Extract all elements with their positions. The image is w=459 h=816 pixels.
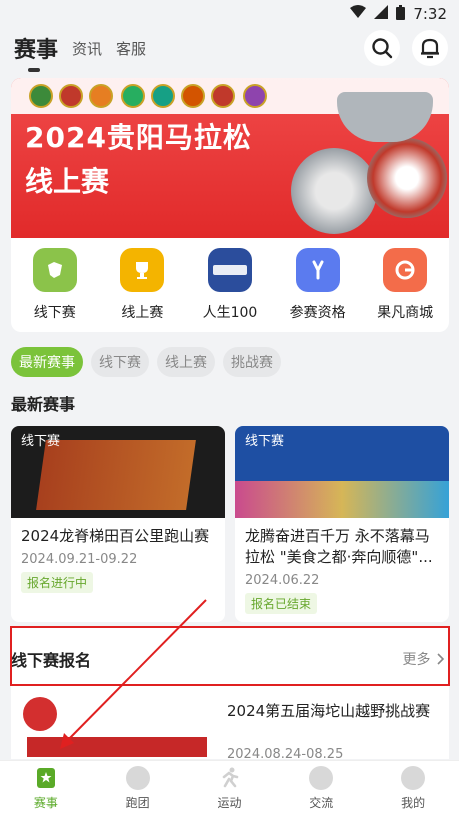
quick-link-label: 果凡商城: [377, 305, 434, 321]
nav-running-group[interactable]: 跑团: [103, 766, 173, 811]
notification-button[interactable]: [412, 30, 448, 66]
nav-profile[interactable]: 我的: [378, 766, 448, 811]
event-card[interactable]: 线下赛 龙腾奋进百千万 永不落幕马拉松 "美食之都·奔向顺德"... 2024.…: [235, 426, 449, 622]
status-bar: 7:32: [0, 0, 459, 28]
quick-link-label: 参赛资格: [289, 305, 346, 321]
search-button[interactable]: [364, 30, 400, 66]
sponsor-logo: [211, 84, 235, 108]
status-time: 7:32: [413, 5, 447, 23]
quick-link-offline[interactable]: 线下赛: [15, 248, 95, 322]
search-icon: [372, 38, 393, 59]
tab-service[interactable]: 客服: [116, 38, 146, 59]
running-group-icon: [125, 766, 150, 790]
nav-label: 我的: [401, 796, 426, 810]
event-title: 2024龙脊梯田百公里跑山赛: [21, 527, 210, 545]
runner-icon: [223, 767, 239, 788]
event-poster: 线下赛: [235, 426, 449, 518]
filter-challenge[interactable]: 挑战赛: [223, 347, 281, 377]
nav-label: 运动: [217, 796, 242, 810]
event-logo: [23, 697, 57, 731]
event-title: 龙腾奋进百千万 永不落幕马拉松 "美食之都·奔向顺德"...: [245, 527, 433, 566]
profile-icon: [401, 766, 426, 790]
section-title-latest: 最新赛事: [11, 395, 76, 414]
sponsor-logo: [29, 84, 53, 108]
tab-events[interactable]: 赛事: [14, 32, 58, 72]
event-poster: 线下赛: [11, 426, 225, 518]
nav-community[interactable]: 交流: [286, 766, 356, 811]
quick-links: 线下赛 线上赛 人生100 参赛资格 果凡商城: [11, 238, 449, 332]
status-badge: 报名进行中: [21, 572, 94, 593]
quick-link-label: 线上赛: [121, 305, 164, 321]
bottom-navigation: 赛事 跑团 运动 交流 我的: [0, 760, 459, 816]
battery-icon: [396, 4, 406, 24]
poster-art: [235, 481, 449, 518]
event-date: 2024.06.22: [245, 573, 320, 588]
event-thumbnail: [19, 691, 209, 759]
nav-events[interactable]: 赛事: [11, 766, 81, 811]
sponsor-logo: [89, 84, 113, 108]
medal-crown-image: [337, 92, 433, 142]
bell-icon: [421, 38, 439, 59]
status-badge: 报名已结束: [245, 593, 318, 614]
medal-image: [291, 148, 377, 234]
filter-online[interactable]: 线上赛: [157, 347, 215, 377]
wifi-icon: [350, 5, 367, 23]
shop-icon: [383, 248, 428, 292]
quick-link-online[interactable]: 线上赛: [102, 248, 182, 322]
quick-link-qualification[interactable]: 参赛资格: [278, 248, 358, 322]
medal-image: [367, 138, 447, 218]
trophy-icon: [120, 248, 165, 292]
event-card[interactable]: 线下赛 2024龙脊梯田百公里跑山赛 2024.09.21-09.22 报名进行…: [11, 426, 225, 622]
banner-title: 2024贵阳马拉松: [25, 121, 252, 154]
sponsor-logo: [121, 84, 145, 108]
offline-event-date: 2024.08.24-08.25: [227, 747, 344, 759]
quick-link-label: 线下赛: [33, 305, 76, 321]
chat-icon: [309, 766, 334, 790]
hero-banner[interactable]: 2024贵阳马拉松 线上赛: [11, 78, 449, 238]
offline-event-title: 2024第五届海坨山越野挑战赛: [227, 702, 431, 720]
marathon-icon: [32, 248, 77, 292]
sponsor-logo: [151, 84, 175, 108]
qualification-icon: [295, 248, 340, 292]
filter-latest[interactable]: 最新赛事: [11, 347, 83, 377]
sponsor-logo: [181, 84, 205, 108]
banner-subtitle: 线上赛: [25, 165, 110, 198]
top-header: 赛事 资讯 客服: [0, 28, 459, 72]
nav-label: 赛事: [33, 796, 58, 810]
tab-news[interactable]: 资讯: [72, 38, 102, 59]
sponsor-logo: [243, 84, 267, 108]
annotation-highlight-box: [10, 626, 450, 686]
sponsor-logo: [59, 84, 83, 108]
poster-art: [27, 737, 207, 757]
event-tag: 线下赛: [245, 434, 285, 449]
quick-link-shop[interactable]: 果凡商城: [365, 248, 445, 322]
event-date: 2024.09.21-09.22: [21, 552, 138, 567]
beyond-icon: [207, 248, 252, 292]
quick-link-life100[interactable]: 人生100: [190, 248, 270, 322]
event-tag: 线下赛: [21, 434, 61, 449]
offline-event-item[interactable]: 2024第五届海坨山越野挑战赛 2024.08.24-08.25: [11, 687, 449, 759]
nav-label: 跑团: [125, 796, 150, 810]
signal-icon: [374, 5, 389, 23]
filter-chips: 最新赛事 线下赛 线上赛 挑战赛: [11, 347, 281, 377]
nav-sport[interactable]: 运动: [194, 766, 264, 811]
filter-offline[interactable]: 线下赛: [91, 347, 149, 377]
nav-label: 交流: [309, 796, 334, 810]
events-icon: [36, 768, 55, 788]
quick-link-label: 人生100: [202, 305, 258, 321]
poster-art: [36, 440, 196, 510]
